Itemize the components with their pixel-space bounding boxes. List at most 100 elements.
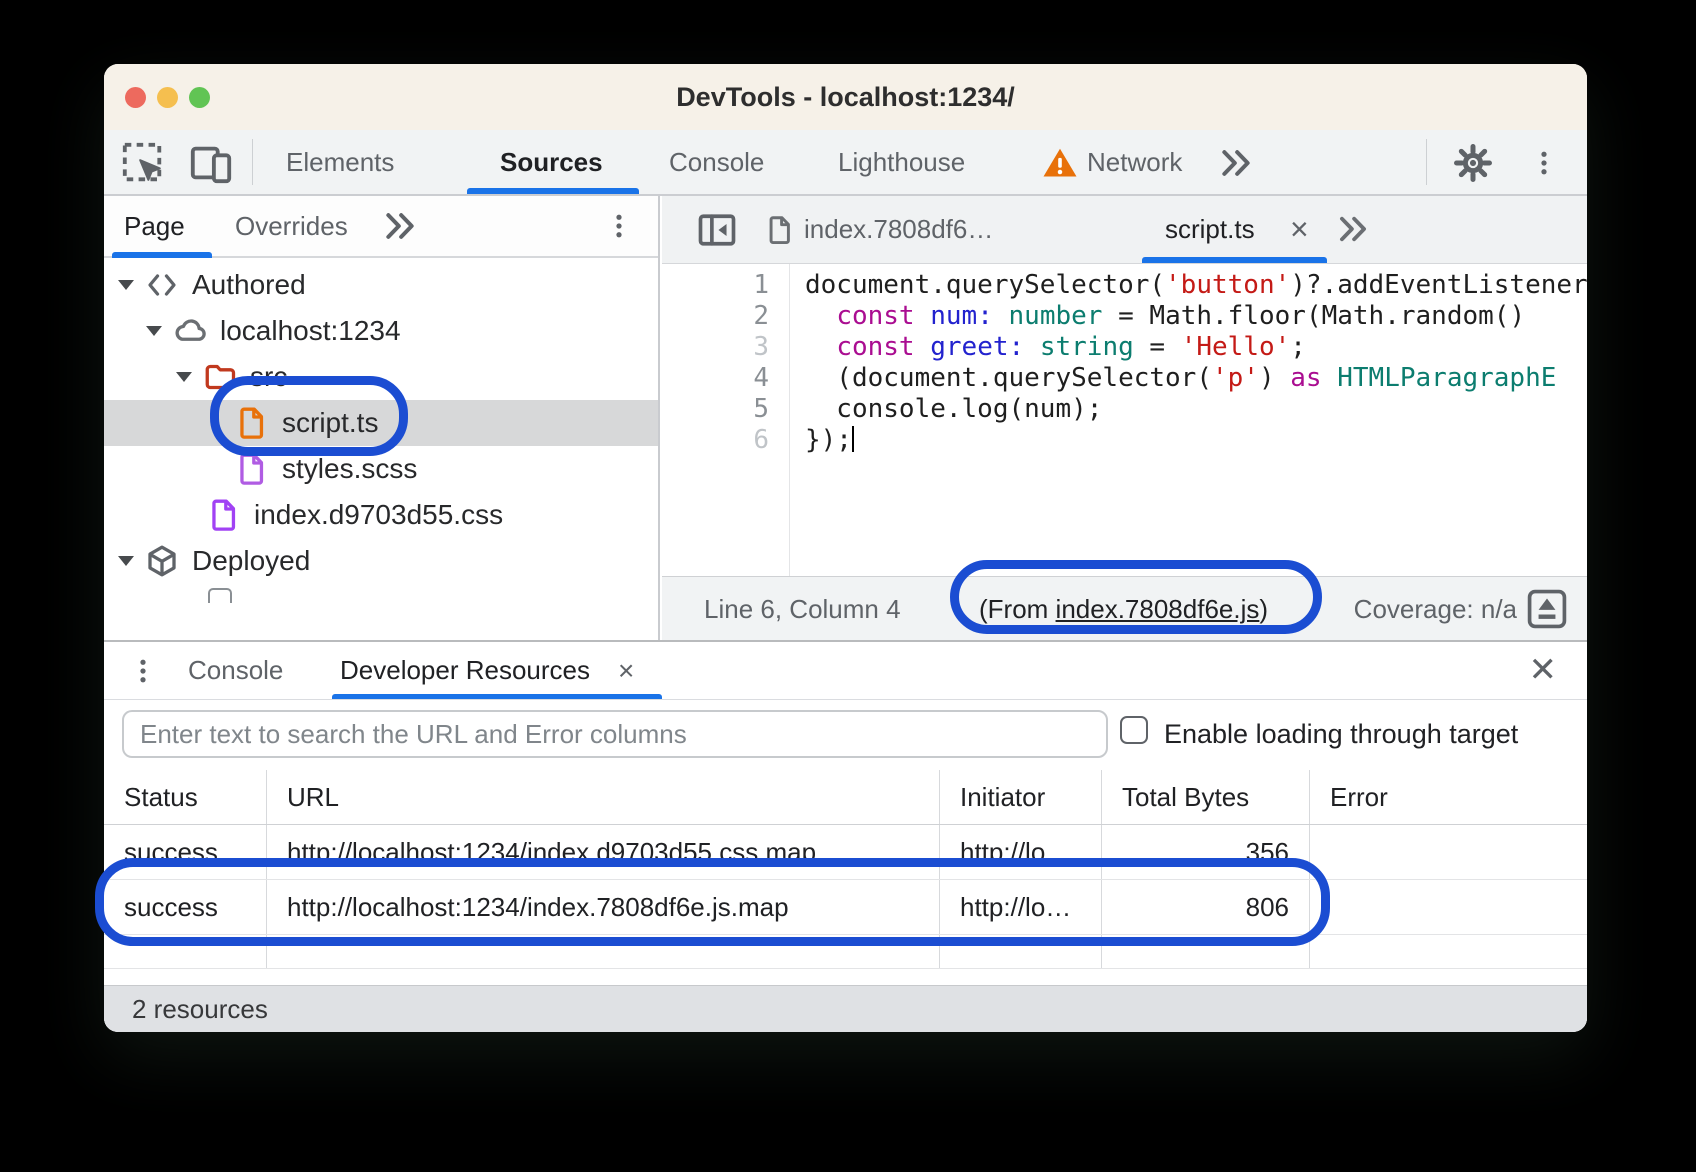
column-header-status[interactable]: Status: [104, 770, 267, 824]
cloud-icon: [172, 313, 208, 349]
partial-icon: [208, 588, 232, 603]
more-tabs-icon[interactable]: [1334, 211, 1372, 247]
line-column-indicator: Line 6, Column 4: [704, 577, 901, 641]
tab-elements[interactable]: Elements: [286, 130, 394, 194]
editor-tab-script[interactable]: script.ts: [1165, 196, 1255, 262]
resources-search-row: Enable loading through target: [104, 701, 1587, 771]
code-token: num:: [930, 301, 993, 331]
editor-pane: index.7808df6… script.ts × 123456 docume…: [662, 196, 1587, 640]
code-token: ): [1259, 363, 1290, 393]
code-token: )?.addEventListener(: [1290, 270, 1587, 300]
column-header-url[interactable]: URL: [267, 770, 940, 824]
more-tabs-icon[interactable]: [380, 208, 420, 244]
code-token: 'button': [1165, 270, 1290, 300]
code-token: const: [836, 301, 914, 331]
caret-down-icon[interactable]: [146, 326, 162, 336]
close-tab-icon[interactable]: ×: [618, 642, 634, 699]
table-cell[interactable]: [1310, 880, 1587, 934]
devtools-window: DevTools - localhost:1234/ Elements Sour…: [104, 64, 1587, 1032]
caret-down-icon[interactable]: [176, 372, 192, 382]
tree-item-label: Deployed: [192, 545, 310, 577]
table-cell[interactable]: [1310, 825, 1587, 879]
tree-item-index-d9703d55-css[interactable]: index.d9703d55.css: [104, 492, 658, 538]
warning-icon: [1042, 146, 1078, 180]
script-tab-underline: [1142, 257, 1327, 263]
table-row[interactable]: successhttp://localhost:1234/index.d9703…: [104, 825, 1587, 880]
tree-item-deployed[interactable]: Deployed: [104, 538, 658, 584]
editor-tab-strip: index.7808df6… script.ts ×: [662, 196, 1587, 264]
window-title: DevTools - localhost:1234/: [104, 64, 1587, 130]
kebab-menu-icon[interactable]: [604, 206, 634, 246]
tab-page[interactable]: Page: [124, 196, 185, 256]
code-token: 'Hello': [1181, 332, 1291, 362]
kebab-menu-icon[interactable]: [128, 651, 158, 691]
tab-console[interactable]: Console: [669, 130, 764, 194]
resources-table: StatusURLInitiatorTotal BytesErrorsucces…: [104, 770, 1587, 969]
inspect-element-icon[interactable]: [120, 141, 166, 185]
caret-down-icon[interactable]: [118, 556, 134, 566]
tree-item-src[interactable]: src: [104, 354, 658, 400]
kebab-menu-icon[interactable]: [1529, 143, 1559, 183]
code-editor[interactable]: 123456 document.querySelector('button')?…: [662, 264, 1587, 576]
table-cell[interactable]: success: [104, 880, 267, 934]
from-prefix: (From: [979, 594, 1056, 624]
code-token: [993, 301, 1009, 331]
code-line: (document.querySelector('p') as HTMLPara…: [805, 363, 1587, 394]
line-number-gutter: 123456: [662, 264, 790, 576]
code-token: [1024, 332, 1040, 362]
table-cell[interactable]: 356: [1102, 825, 1310, 879]
tab-sources[interactable]: Sources: [500, 130, 603, 194]
tree-item-styles-scss[interactable]: styles.scss: [104, 446, 658, 492]
code-line: console.log(num);: [805, 394, 1587, 425]
table-row[interactable]: successhttp://localhost:1234/index.7808d…: [104, 880, 1587, 935]
search-input[interactable]: [122, 710, 1108, 758]
code-content: document.querySelector('button')?.addEve…: [791, 264, 1587, 576]
enable-loading-label[interactable]: Enable loading through target: [1164, 701, 1518, 767]
table-cell[interactable]: success: [104, 825, 267, 879]
code-token: HTMLParagraphE: [1337, 363, 1556, 393]
code-token: ;: [1290, 332, 1306, 362]
hide-navigator-icon[interactable]: [695, 209, 739, 251]
table-cell[interactable]: http://localhost:1234/index.d9703d55.css…: [267, 825, 940, 879]
more-tabs-icon[interactable]: [1216, 144, 1256, 182]
table-cell[interactable]: http://lo…: [940, 825, 1102, 879]
table-cell: [267, 935, 940, 968]
drawer-tab-console[interactable]: Console: [188, 642, 283, 699]
code-token: const: [836, 332, 914, 362]
gear-icon[interactable]: [1450, 140, 1496, 186]
tree-item-label: src: [250, 361, 287, 393]
close-drawer-icon[interactable]: ✕: [1529, 642, 1558, 699]
enable-loading-checkbox[interactable]: [1120, 716, 1148, 744]
table-cell[interactable]: http://lo…: [940, 880, 1102, 934]
line-number: 4: [662, 363, 769, 394]
tab-lighthouse[interactable]: Lighthouse: [838, 130, 965, 194]
eject-drawer-icon[interactable]: [1525, 588, 1569, 630]
tab-network[interactable]: Network: [1087, 130, 1182, 194]
caret-down-icon[interactable]: [118, 280, 134, 290]
code-token: =: [1134, 332, 1181, 362]
close-tab-icon[interactable]: ×: [1290, 196, 1309, 262]
drawer-tab-developer-resources[interactable]: Developer Resources: [340, 642, 590, 699]
table-cell[interactable]: 806: [1102, 880, 1310, 934]
file-icon: [206, 497, 242, 533]
column-header-initiator[interactable]: Initiator: [940, 770, 1102, 824]
code-token: [805, 301, 836, 331]
code-line: });: [805, 425, 1587, 456]
editor-tab-index[interactable]: index.7808df6…: [804, 196, 993, 262]
table-cell[interactable]: http://localhost:1234/index.7808df6e.js.…: [267, 880, 940, 934]
column-header-total-bytes[interactable]: Total Bytes: [1102, 770, 1310, 824]
device-toolbar-icon[interactable]: [188, 141, 234, 185]
tab-overrides[interactable]: Overrides: [235, 196, 348, 256]
column-header-error[interactable]: Error: [1310, 770, 1587, 824]
tree-item-partial[interactable]: [104, 584, 658, 630]
tree-item-label: Authored: [192, 269, 306, 301]
line-number: 1: [662, 270, 769, 301]
sidebar-tab-strip: Page Overrides: [104, 196, 658, 258]
code-token: 'p': [1212, 363, 1259, 393]
tree-item-authored[interactable]: Authored: [104, 262, 658, 308]
mapped-file-link[interactable]: index.7808df6e.js: [1056, 594, 1260, 624]
line-number: 2: [662, 301, 769, 332]
tree-item-localhost-1234[interactable]: localhost:1234: [104, 308, 658, 354]
file-tree: Authored localhost:1234 src script.tsstyles…: [104, 262, 658, 640]
tree-item-script-ts[interactable]: script.ts: [104, 400, 658, 446]
